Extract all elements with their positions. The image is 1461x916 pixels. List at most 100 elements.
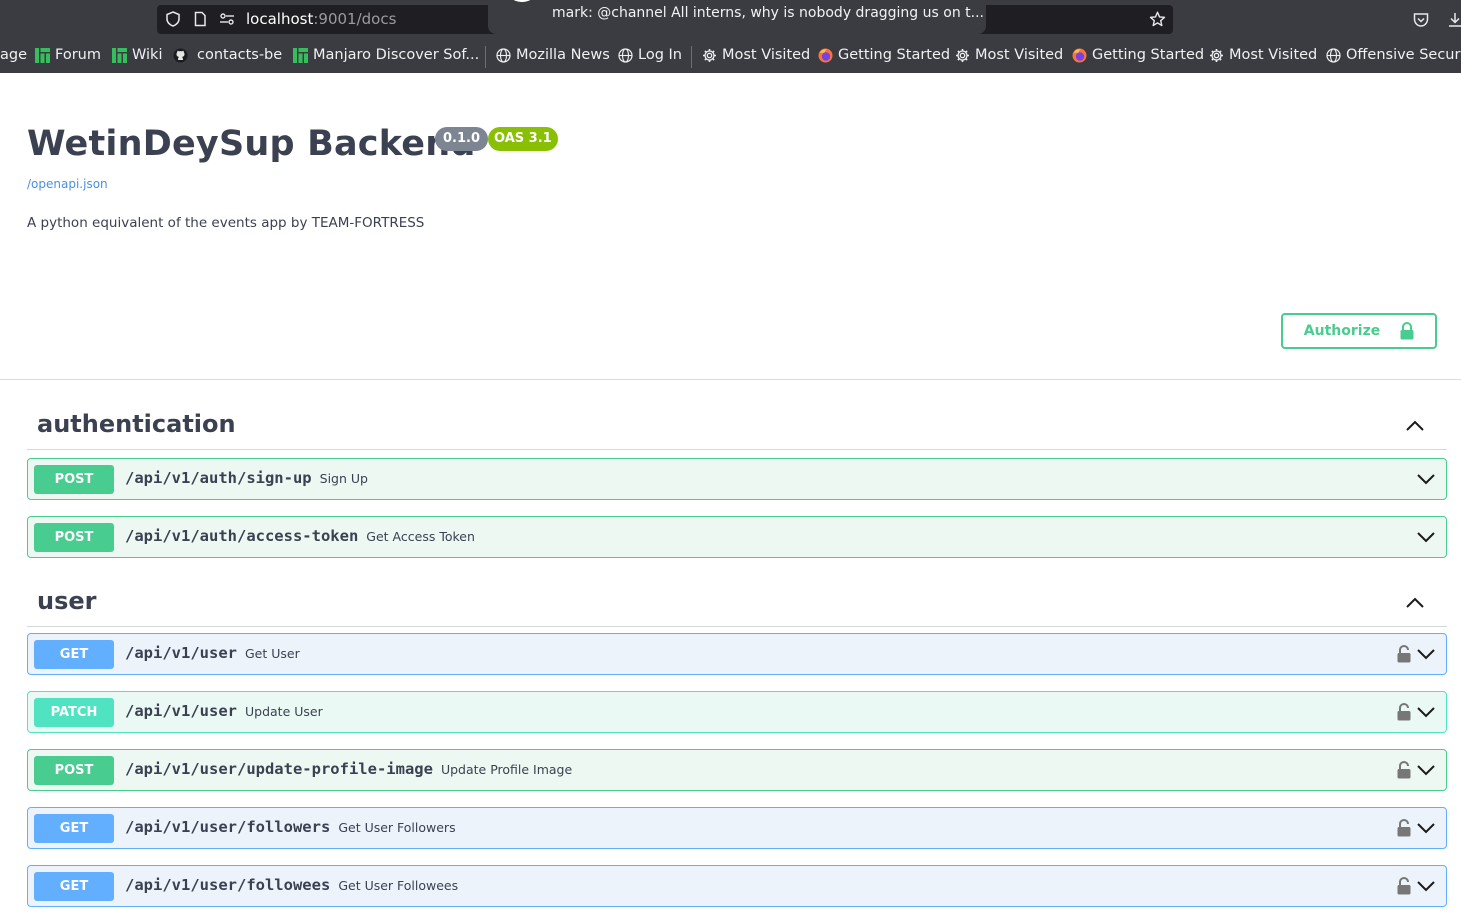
gear-icon: [1210, 48, 1223, 62]
unlock-icon[interactable]: [1397, 703, 1411, 721]
bookmark-label: Most Visited: [722, 47, 811, 63]
download-icon[interactable]: [1446, 11, 1461, 29]
bookmark-label: Forum: [55, 47, 101, 63]
gear-icon: [703, 48, 716, 62]
bookmark-wiki[interactable]: Wiki: [112, 47, 162, 63]
github-icon: [173, 48, 188, 62]
pocket-icon[interactable]: [1412, 11, 1430, 29]
api-title: WetinDeySup Backend: [27, 124, 476, 164]
bookmark-mozilla-news[interactable]: Mozilla News: [496, 47, 610, 63]
path-text: /api/v1/user: [125, 702, 237, 720]
tag-authentication-header[interactable]: authentication: [27, 410, 1447, 450]
bookmark-separator: [485, 46, 486, 68]
gear-icon: [956, 48, 969, 62]
authorize-label: Authorize: [1303, 323, 1381, 339]
operation-row[interactable]: POST /api/v1/auth/sign-up Sign Up: [27, 458, 1447, 500]
operation-row[interactable]: GET /api/v1/user Get User: [27, 633, 1447, 675]
method-badge: POST: [34, 465, 114, 494]
shield-icon[interactable]: [165, 11, 181, 27]
globe-icon: [1326, 47, 1341, 63]
method-badge: PATCH: [34, 698, 114, 727]
operation-row[interactable]: POST /api/v1/user/update-profile-image Up…: [27, 749, 1447, 791]
chevron-up-icon[interactable]: [1405, 419, 1425, 433]
method-badge: POST: [34, 523, 114, 552]
operation-row[interactable]: POST /api/v1/auth/access-token Get Access…: [27, 516, 1447, 558]
operation-summary: Update User: [244, 704, 323, 719]
operation-path: /api/v1/user/update-profile-image Update …: [125, 760, 572, 778]
chevron-up-icon[interactable]: [1405, 596, 1425, 610]
path-text: /api/v1/user/followees: [125, 876, 331, 894]
bookmark-most-visited[interactable]: Most Visited: [702, 47, 810, 63]
bookmark-getting-started[interactable]: Getting Started: [818, 47, 950, 63]
bookmark-most-visited[interactable]: Most Visited: [955, 47, 1063, 63]
chevron-down-icon[interactable]: [1416, 472, 1436, 486]
chevron-down-icon[interactable]: [1416, 763, 1436, 777]
operation-row[interactable]: GET /api/v1/user/followers Get User Follo…: [27, 807, 1447, 849]
firefox-icon: [818, 48, 833, 62]
connection-settings-icon[interactable]: [219, 11, 235, 27]
unlock-icon[interactable]: [1397, 645, 1411, 663]
lock-icon: [1400, 322, 1414, 340]
tag-user-header[interactable]: user: [27, 587, 1447, 627]
path-text: /api/v1/auth/sign-up: [125, 469, 312, 487]
bookmark-label: Most Visited: [1229, 47, 1318, 63]
path-text: /api/v1/user/followers: [125, 818, 331, 836]
bookmarks-toolbar: age Forum Wiki contacts-be Manjaro Disco…: [0, 42, 1461, 70]
openapi-json-link[interactable]: /openapi.json: [27, 177, 108, 191]
path-text: /api/v1/user/update-profile-image: [125, 760, 433, 778]
method-badge: GET: [34, 640, 114, 669]
browser-chrome: localhost:9001/docs mark: @channel All i…: [0, 0, 1461, 73]
operation-row[interactable]: GET /api/v1/user/followees Get User Follo…: [27, 865, 1447, 907]
bookmark-log-in[interactable]: Log In: [618, 47, 682, 63]
path-text: /api/v1/user: [125, 644, 237, 662]
bookmark-getting-started[interactable]: Getting Started: [1072, 47, 1204, 63]
bookmark-manjaro-discover[interactable]: Manjaro Discover Sof...: [293, 47, 479, 63]
operation-summary: Get User: [244, 646, 300, 661]
notification-popup[interactable]: mark: @channel All interns, why is nobod…: [488, 0, 986, 34]
unlock-icon[interactable]: [1397, 761, 1411, 779]
operation-path: /api/v1/user Update User: [125, 702, 323, 720]
manjaro-icon: [293, 47, 308, 63]
url-text[interactable]: localhost:9001/docs: [246, 10, 396, 28]
tag-title: authentication: [37, 410, 236, 438]
bookmark-label: Log In: [638, 47, 682, 63]
bookmark-label: Most Visited: [975, 47, 1064, 63]
bookmark-label: Wiki: [132, 47, 163, 63]
bookmark-most-visited[interactable]: Most Visited: [1209, 47, 1317, 63]
operation-summary: Get User Followees: [338, 878, 459, 893]
chevron-down-icon[interactable]: [1416, 530, 1436, 544]
unlock-icon[interactable]: [1397, 819, 1411, 837]
star-icon[interactable]: [1149, 11, 1166, 27]
bookmark-contacts-be[interactable]: contacts-be: [173, 47, 282, 63]
chevron-down-icon[interactable]: [1416, 705, 1436, 719]
scheme-divider: [0, 379, 1461, 380]
chevron-down-icon[interactable]: [1416, 647, 1436, 661]
operation-row[interactable]: PATCH /api/v1/user Update User: [27, 691, 1447, 733]
method-badge: GET: [34, 814, 114, 843]
bookmark-label: Offensive Securit: [1346, 47, 1461, 63]
globe-icon: [618, 47, 633, 63]
notification-text: mark: @channel All interns, why is nobod…: [552, 5, 984, 21]
authorize-button[interactable]: Authorize: [1281, 313, 1437, 349]
operation-summary: Get Access Token: [366, 529, 475, 544]
manjaro-icon: [35, 47, 50, 63]
bookmark-label: contacts-be: [197, 47, 283, 63]
chevron-down-icon[interactable]: [1416, 879, 1436, 893]
operation-summary: Get User Followers: [338, 820, 456, 835]
bookmark-forum[interactable]: Forum: [35, 47, 101, 63]
page-icon[interactable]: [192, 11, 208, 27]
bookmark-offensive-security[interactable]: Offensive Securit: [1326, 47, 1461, 63]
operation-path: /api/v1/auth/sign-up Sign Up: [125, 469, 368, 487]
unlock-icon[interactable]: [1397, 877, 1411, 895]
bookmark-label: Getting Started: [1092, 47, 1205, 63]
bookmark-label: Mozilla News: [516, 47, 610, 63]
manjaro-icon: [112, 47, 127, 63]
globe-icon: [496, 47, 511, 63]
bookmark-label: Getting Started: [838, 47, 951, 63]
chevron-down-icon[interactable]: [1416, 821, 1436, 835]
version-badge: 0.1.0: [435, 127, 489, 151]
bookmark-item[interactable]: age: [0, 47, 27, 63]
oas-badge: OAS 3.1: [488, 127, 558, 151]
bookmark-label: age: [0, 47, 28, 63]
operation-summary: Sign Up: [319, 471, 368, 486]
